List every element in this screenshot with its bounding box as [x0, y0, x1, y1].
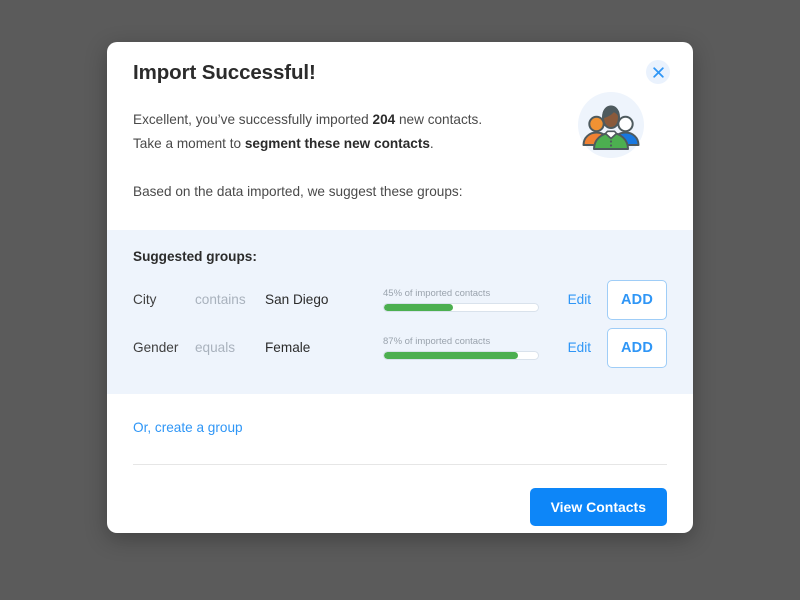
intro-line-2-suffix: .: [429, 135, 434, 151]
meter-fill: [384, 352, 518, 360]
edit-group-link[interactable]: Edit: [568, 292, 591, 307]
close-icon: [652, 66, 664, 78]
intro-line-1-prefix: Excellent, you’ve successfully imported: [133, 111, 373, 127]
meter-label: 87% of imported contacts: [383, 336, 491, 348]
intro-line-2-strong: segment these new contacts: [244, 135, 430, 151]
page-title: Import Successful!: [133, 61, 316, 84]
intro-line-3: Based on the data imported, we suggest t…: [133, 183, 463, 199]
group-of-people-illustration: [575, 89, 647, 161]
imported-count: 204: [372, 111, 396, 127]
group-value: San Diego: [265, 292, 329, 308]
view-contacts-button[interactable]: View Contacts: [529, 487, 667, 526]
group-coverage-meter: 87% of imported contacts: [357, 335, 568, 361]
dialog-header: Import Successful!: [107, 42, 693, 87]
group-operator: equals: [195, 340, 236, 356]
dialog-footer: Or, create a group View Contacts: [107, 394, 693, 526]
dialog-intro: Excellent, you’ve successfully imported …: [107, 87, 693, 204]
footer-actions: View Contacts: [133, 465, 667, 526]
suggested-group-row: Gender equals Female 87% of imported con…: [133, 324, 667, 372]
group-field: City: [133, 292, 157, 308]
create-group-link[interactable]: Or, create a group: [133, 420, 243, 435]
intro-line-2-prefix: Take a moment to: [133, 135, 245, 151]
meter-track: [383, 303, 539, 313]
meter-fill: [384, 304, 454, 312]
suggested-group-row: City contains San Diego 45% of imported …: [133, 276, 667, 324]
group-operator: contains: [195, 292, 246, 308]
group-coverage-meter: 45% of imported contacts: [357, 287, 568, 313]
group-value: Female: [265, 340, 311, 356]
intro-line-1-suffix: new contacts.: [395, 111, 483, 127]
suggested-groups-label: Suggested groups:: [133, 248, 257, 264]
modal-backdrop: Import Successful! Excellent, you’ve suc…: [0, 0, 800, 600]
import-successful-dialog: Import Successful! Excellent, you’ve suc…: [107, 42, 693, 533]
meter-track: [383, 351, 539, 361]
add-group-button[interactable]: ADD: [607, 327, 667, 368]
edit-group-link[interactable]: Edit: [568, 340, 591, 355]
suggested-groups-section: Suggested groups: City contains San Dieg…: [107, 229, 693, 394]
add-group-button[interactable]: ADD: [607, 279, 667, 320]
group-field: Gender: [133, 340, 179, 356]
close-button[interactable]: [646, 60, 670, 84]
meter-label: 45% of imported contacts: [383, 288, 491, 300]
